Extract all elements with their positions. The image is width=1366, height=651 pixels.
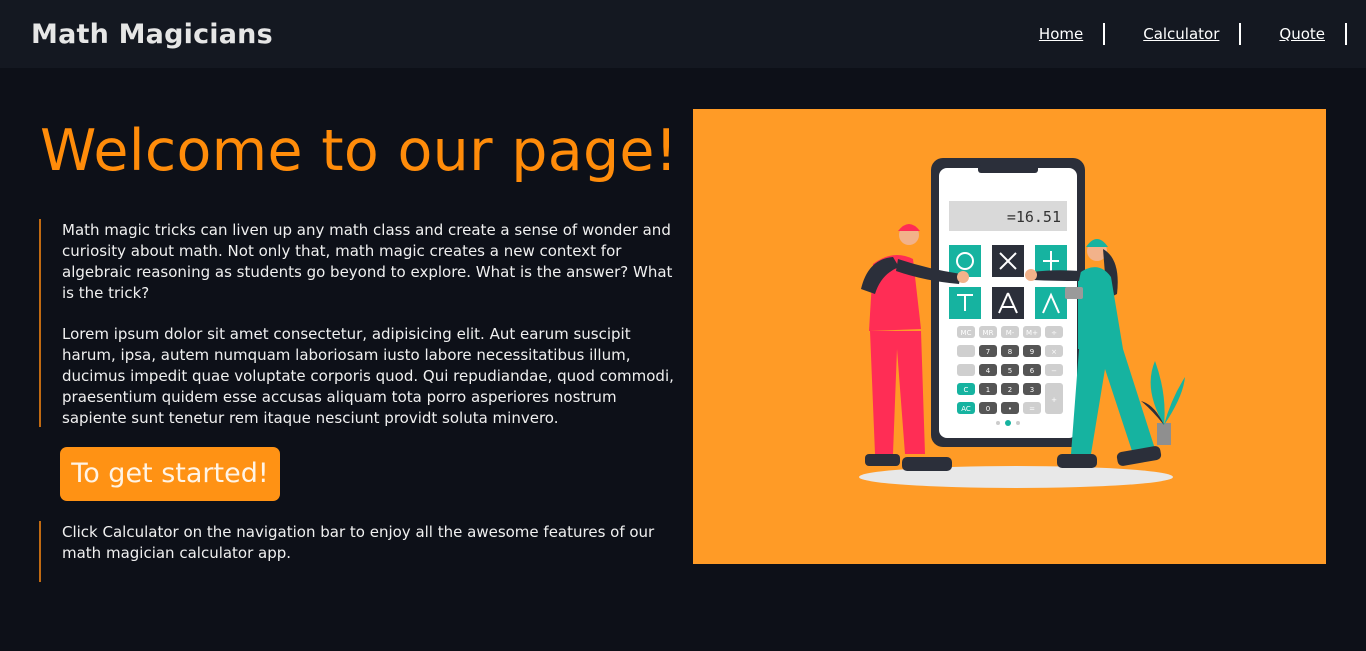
svg-text:MR: MR <box>983 329 994 337</box>
svg-text:2: 2 <box>1008 386 1012 394</box>
nav-link-quote[interactable]: Quote <box>1241 23 1347 45</box>
svg-text:MC: MC <box>961 329 972 337</box>
instruction-paragraph: Click Calculator on the navigation bar t… <box>62 523 655 562</box>
svg-text:5: 5 <box>1008 367 1012 375</box>
brand-title: Math Magicians <box>31 18 273 50</box>
svg-text:4: 4 <box>986 367 991 375</box>
intro-text-block: Math magic tricks can liven up any math … <box>39 219 684 427</box>
tile-6 <box>1035 287 1067 319</box>
key-row-3: 4 5 6 − <box>957 364 1063 376</box>
page-title: Welcome to our page! <box>40 118 678 184</box>
svg-text:6: 6 <box>1030 367 1035 375</box>
get-started-button[interactable]: To get started! <box>60 447 280 501</box>
svg-text:7: 7 <box>986 348 990 356</box>
svg-text:1: 1 <box>986 386 990 394</box>
svg-text:0: 0 <box>986 405 990 413</box>
svg-text:÷: ÷ <box>1051 329 1057 337</box>
svg-text:M-: M- <box>1006 329 1015 337</box>
svg-text:AC: AC <box>961 405 971 413</box>
nav-link-calculator[interactable]: Calculator <box>1105 23 1242 45</box>
svg-text:3: 3 <box>1030 386 1034 394</box>
phone-notch <box>978 165 1038 173</box>
svg-text:•: • <box>1008 405 1012 413</box>
svg-text:8: 8 <box>1008 348 1012 356</box>
key-row-2: 7 8 9 × <box>957 345 1063 357</box>
calculator-illustration: =16.51 MC MR M- M+ ÷ 7 8 9 × 4 5 6 − C 1… <box>859 158 1185 488</box>
display-value: =16.51 <box>1007 208 1061 226</box>
page-dot-3 <box>1016 421 1020 425</box>
nav-link-home[interactable]: Home <box>1039 23 1106 45</box>
navbar: Math Magicians Home Calculator Quote <box>0 0 1366 68</box>
tile-5 <box>992 287 1024 319</box>
svg-text:9: 9 <box>1030 348 1034 356</box>
svg-text:M+: M+ <box>1026 329 1038 337</box>
page-dot-2 <box>1005 420 1011 426</box>
hero-illustration: =16.51 MC MR M- M+ ÷ 7 8 9 × 4 5 6 − C 1… <box>693 109 1326 564</box>
svg-text:=: = <box>1029 405 1035 413</box>
key-row-1: MC MR M- M+ ÷ <box>957 326 1063 338</box>
intro-paragraph-1: Math magic tricks can liven up any math … <box>62 221 673 302</box>
page-dot-1 <box>996 421 1000 425</box>
intro-paragraph-2: Lorem ipsum dolor sit amet consectetur, … <box>62 325 674 427</box>
instruction-text-block: Click Calculator on the navigation bar t… <box>39 521 684 582</box>
svg-text:−: − <box>1051 367 1057 375</box>
svg-text:×: × <box>1051 348 1057 356</box>
nav-links: Home Calculator Quote <box>1039 0 1347 68</box>
svg-text:C: C <box>964 386 969 394</box>
svg-text:+: + <box>1051 396 1057 404</box>
